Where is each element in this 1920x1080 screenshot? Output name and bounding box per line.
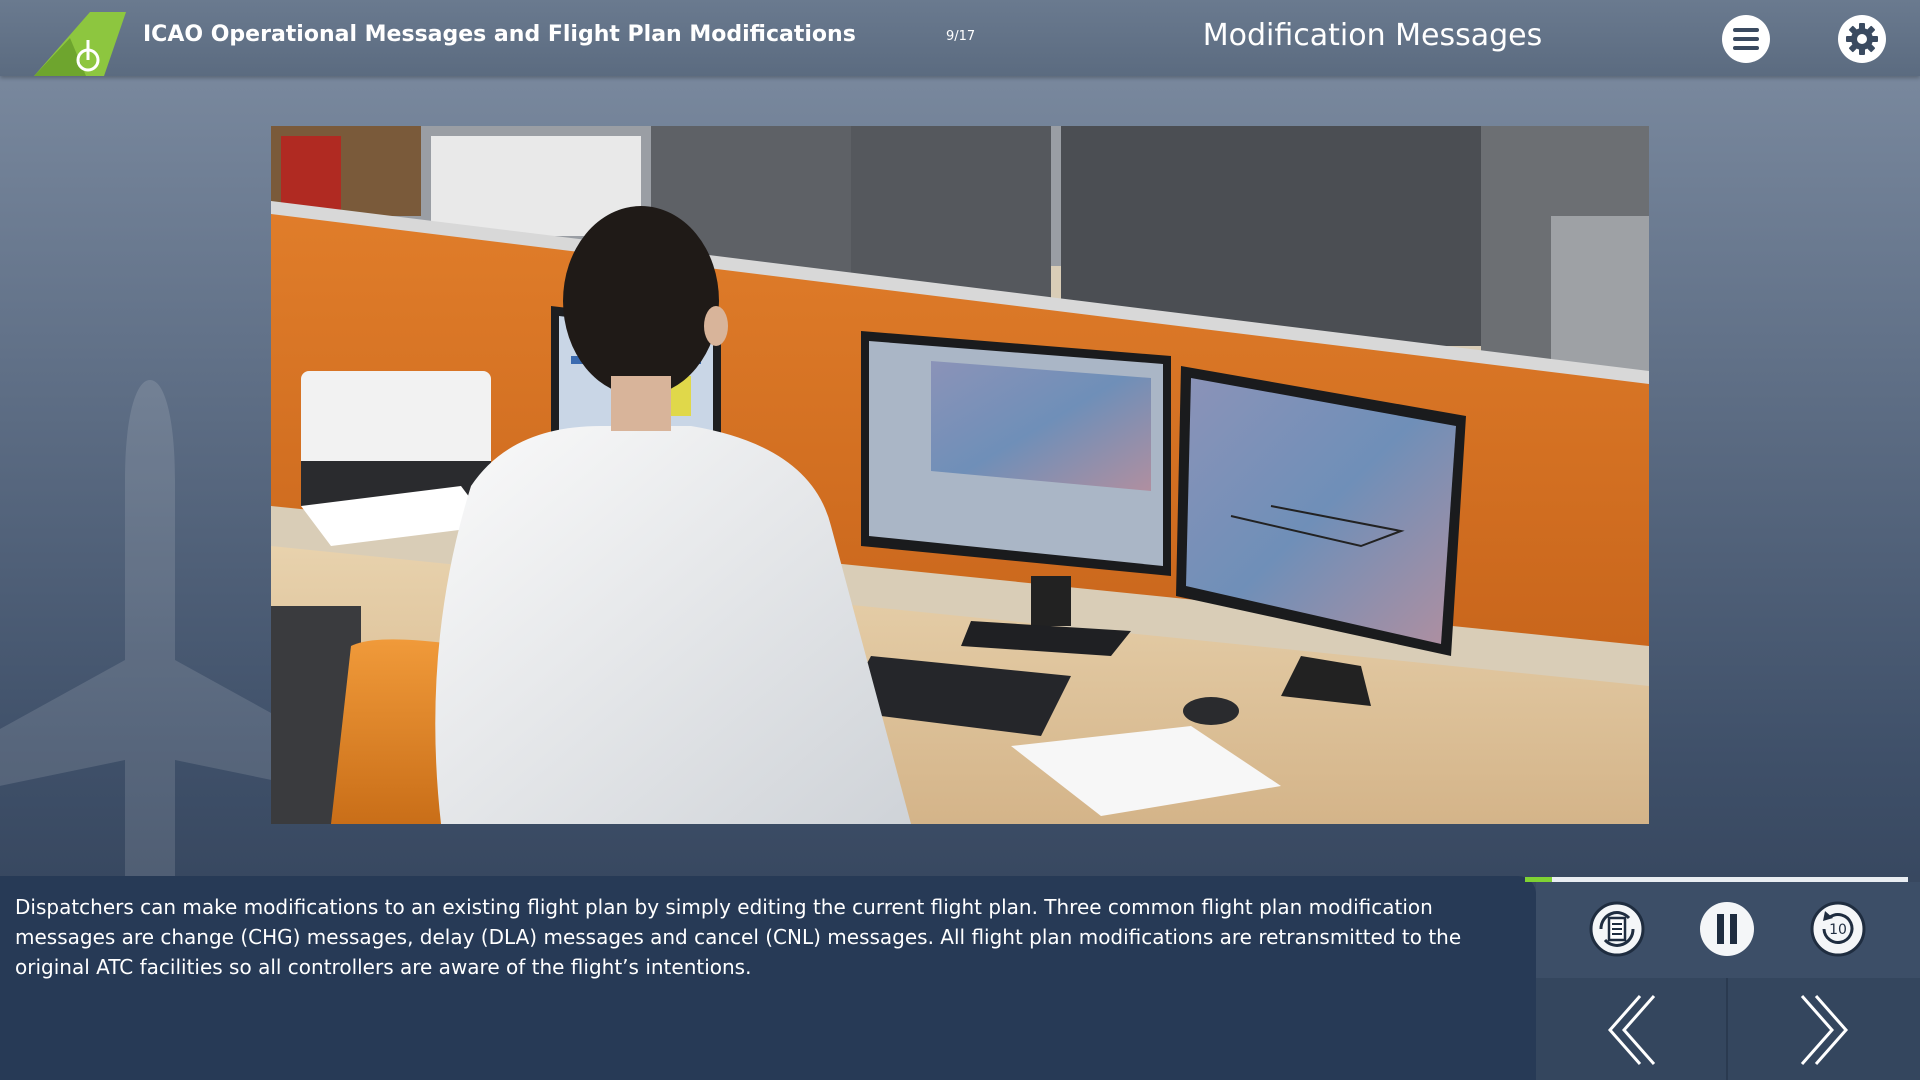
previous-page-button[interactable] <box>1536 978 1728 1080</box>
hamburger-menu-icon <box>1733 28 1759 50</box>
menu-button[interactable] <box>1722 15 1770 63</box>
transcript-button[interactable] <box>1587 899 1647 959</box>
course-title: ICAO Operational Messages and Flight Pla… <box>143 22 856 47</box>
airplane-tail-logo-icon <box>34 12 126 76</box>
caption-panel: Dispatchers can make modifications to an… <box>0 876 1536 1080</box>
dispatcher-workstation-image <box>271 126 1649 824</box>
header-bar: ICAO Operational Messages and Flight Pla… <box>0 0 1920 76</box>
pause-icon <box>1700 902 1754 956</box>
replay-10-button[interactable]: 10 <box>1808 899 1868 959</box>
replay-10-icon: 10 <box>1810 901 1866 957</box>
dispatcher-illustration <box>271 126 1649 824</box>
caption-text: Dispatchers can make modifications to an… <box>15 895 1462 979</box>
screen-title: Modification Messages <box>1202 18 1543 53</box>
transcript-icon <box>1589 901 1645 957</box>
gear-icon <box>1846 23 1878 55</box>
next-page-button[interactable] <box>1728 978 1920 1080</box>
svg-text:10: 10 <box>1829 922 1847 938</box>
page-counter: 9/17 <box>946 29 976 44</box>
settings-button[interactable] <box>1838 15 1886 63</box>
chevron-left-icon <box>1607 995 1656 1065</box>
chevron-right-icon <box>1800 995 1849 1065</box>
pause-button[interactable] <box>1697 899 1757 959</box>
